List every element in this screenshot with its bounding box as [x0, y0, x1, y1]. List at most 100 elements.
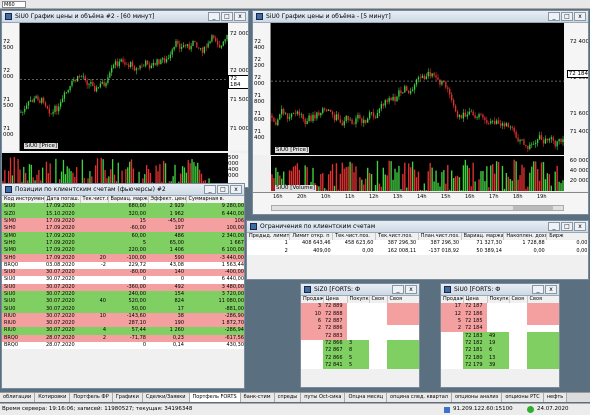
maximize-button[interactable]: □	[561, 12, 573, 21]
table-row[interactable]: SiU0 30.07.2020 240,00 154 3 720,00	[2, 290, 244, 299]
price-chart-area[interactable]	[2, 23, 228, 151]
table-row[interactable]: SiM0 17.09.2020 15 -45,00 106	[2, 217, 244, 226]
buy-row[interactable]: 72 866 5	[301, 354, 419, 362]
close-button[interactable]: x	[574, 222, 586, 231]
buy-row[interactable]: 72 179 39	[441, 361, 559, 369]
table-row[interactable]: SiU0 17.09.2020 680,00 2 929 9 280,00	[2, 203, 244, 211]
minimize-button[interactable]: _	[204, 185, 216, 194]
tab-item[interactable]: спреды	[274, 393, 302, 402]
table-row[interactable]: SiH0 17.09.2020 20 -100,00 590 -3 440,00	[2, 254, 244, 262]
buy-row[interactable]: 72 867 8	[301, 347, 419, 355]
maximize-button[interactable]: □	[561, 222, 573, 231]
limits-table[interactable]: Предыд. лимит Лимит откр. п Тек.чист.поз. Т…	[247, 233, 588, 255]
tab-item[interactable]: облигации	[0, 393, 36, 402]
column-header[interactable]: Эффект. цена	[148, 196, 187, 204]
sell-row[interactable]: 72 883	[301, 332, 419, 340]
table-row[interactable]: RIU0 30.07.2020 4 57,44 1 260 -286,94	[2, 327, 244, 335]
close-button[interactable]: x	[574, 12, 586, 21]
tab-item[interactable]: банк-стим	[240, 393, 275, 402]
sell-row[interactable]: 2 72 886	[301, 325, 419, 333]
close-button[interactable]: x	[230, 185, 242, 194]
tab-item[interactable]: Графики	[112, 393, 143, 402]
maximize-button[interactable]: □	[217, 185, 229, 194]
table-row[interactable]: RIU0 30.07.2020 287,10 190 1 872,70	[2, 320, 244, 328]
sell-row[interactable]: 12 72 186	[441, 310, 559, 318]
table-row[interactable]: BRQ0 28.07.2020 0 0,14 430,30	[2, 341, 244, 350]
sell-row[interactable]: 17 72 187	[441, 303, 559, 311]
table-row[interactable]: SiH0 17.09.2020 5 65,00 1 667	[2, 239, 244, 248]
sell-row[interactable]: 3 72 889	[301, 303, 419, 311]
table-row[interactable]: 2 409,00 0,00 162 008,11 -137 018,92 50 389,1…	[247, 248, 588, 255]
column-header[interactable]: Тек.чист.поз.	[332, 233, 376, 241]
table-row[interactable]: SiU0 30.07.2020 0 0 6 440,00	[2, 276, 244, 284]
buy-row[interactable]: 72 182 19	[441, 339, 559, 348]
tab-item[interactable]: Опцна месяц	[345, 393, 388, 402]
column-header[interactable]: Суммарная в.	[186, 196, 244, 204]
sell-row[interactable]: 6 72 887	[301, 317, 419, 326]
order-book-table[interactable]: ПродажЦенаПокупкаСвояСвоя372 8891072 888…	[301, 296, 419, 369]
table-row[interactable]: SiU0 30.07.2020 -360,00 492 3 480,00	[2, 283, 244, 291]
column-header[interactable]: Продаж	[441, 296, 464, 304]
tab-item[interactable]: опционы РТС	[502, 393, 544, 402]
table-row[interactable]: SiH0 17.09.2020 -60,00 197 100,00	[2, 225, 244, 233]
table-row[interactable]: RIU0 30.07.2020 10 -143,60 38 -286,90	[2, 312, 244, 321]
column-header[interactable]: Вариац. маржа	[461, 233, 505, 241]
minimize-button[interactable]: _	[208, 12, 220, 21]
column-header[interactable]: Своя	[369, 296, 388, 304]
column-header[interactable]: Тек.чист.поз.	[375, 233, 419, 241]
close-button[interactable]: x	[234, 12, 246, 21]
column-header[interactable]: Своя	[527, 296, 559, 304]
order-book-table[interactable]: ПродажЦенаПокупкаСвояСвоя1772 1871272 18…	[441, 296, 559, 369]
tab-item[interactable]: нефть	[543, 393, 568, 402]
minimize-button[interactable]: _	[392, 285, 404, 294]
column-header[interactable]: Дата погаш.	[44, 196, 81, 204]
price-chart-area[interactable]	[271, 23, 564, 155]
horizontal-scrollbar[interactable]	[271, 205, 564, 211]
table-row[interactable]: 1 408 643,46 458 623,60 387 296,30 387 296,3…	[247, 240, 588, 247]
table-row[interactable]: SiU0 30.07.2020 40 520,00 824 11 080,00	[2, 298, 244, 306]
tab-item[interactable]: Портфель ФР	[70, 393, 113, 402]
column-header[interactable]: Бирж	[546, 233, 588, 241]
sell-row[interactable]: 10 72 888	[301, 310, 419, 318]
column-header[interactable]: Своя	[387, 296, 419, 304]
column-header[interactable]: Код инструмента	[2, 196, 45, 204]
table-row[interactable]: BRQ0 28.07.2020 2 -71,78 0,23 -617,56	[2, 334, 244, 342]
close-button[interactable]: x	[545, 285, 557, 294]
table-row[interactable]: BRQ0 03.08.2020 -2 229,72 43,08 1 563,44	[2, 261, 244, 269]
tab-item[interactable]: опцина след. квартал	[387, 393, 452, 402]
column-header[interactable]: Покупка	[347, 296, 370, 304]
sell-row[interactable]: 2 72 184	[441, 325, 559, 333]
column-header[interactable]: План.чист.поз.	[418, 233, 462, 241]
column-header[interactable]: Продаж	[301, 296, 324, 304]
table-row[interactable]: SiU0 30.07.2020 50,00 17 -881,00	[2, 305, 244, 313]
buy-row[interactable]: 72 866 3	[301, 339, 419, 348]
minimize-button[interactable]: _	[548, 12, 560, 21]
close-button[interactable]: x	[405, 285, 417, 294]
tab-item[interactable]: Портфель FORTS	[189, 393, 241, 402]
sell-row[interactable]: 5 72 185	[441, 317, 559, 326]
column-header[interactable]: Цена	[463, 296, 488, 304]
interval-select[interactable]: M60	[2, 1, 26, 8]
table-row[interactable]: SiM0 17.09.2020 220,00 1 406 6 100,00	[2, 247, 244, 255]
column-header[interactable]: Покупка	[487, 296, 510, 304]
buy-row[interactable]: 72 841 5	[301, 361, 419, 369]
table-row[interactable]: SiM0 17.09.2020 60,00 486 2 340,00	[2, 232, 244, 240]
table-row[interactable]: SiU0 30.07.2020 -80,00 140 -400,00	[2, 268, 244, 277]
table-row[interactable]: SiZ0 15.10.2020 320,00 1 962 6 440,00	[2, 210, 244, 218]
column-header[interactable]: Тек.чист.поз.	[80, 196, 109, 204]
column-header[interactable]: Лимит откр. п	[289, 233, 334, 241]
positions-table[interactable]: Код инструментаДата погаш.Тек.чист.поз.В…	[2, 196, 244, 350]
column-header[interactable]: Своя	[509, 296, 528, 304]
column-header[interactable]: Цена	[323, 296, 348, 304]
tab-item[interactable]: опционы анализ	[451, 393, 503, 402]
buy-row[interactable]: 72 183 49	[441, 332, 559, 340]
buy-row[interactable]: 72 181 6	[441, 347, 559, 355]
minimize-button[interactable]: _	[548, 222, 560, 231]
buy-row[interactable]: 72 180 13	[441, 354, 559, 362]
column-header[interactable]: Накоплен. доход	[503, 233, 548, 241]
column-header[interactable]: Вариац. маржа	[108, 196, 149, 204]
tab-item[interactable]: Сделки/Заявки	[142, 393, 190, 402]
tab-item[interactable]: путы Oct-сика	[301, 393, 346, 402]
maximize-button[interactable]: □	[221, 12, 233, 21]
column-header[interactable]: Предыд. лимит	[247, 233, 291, 241]
